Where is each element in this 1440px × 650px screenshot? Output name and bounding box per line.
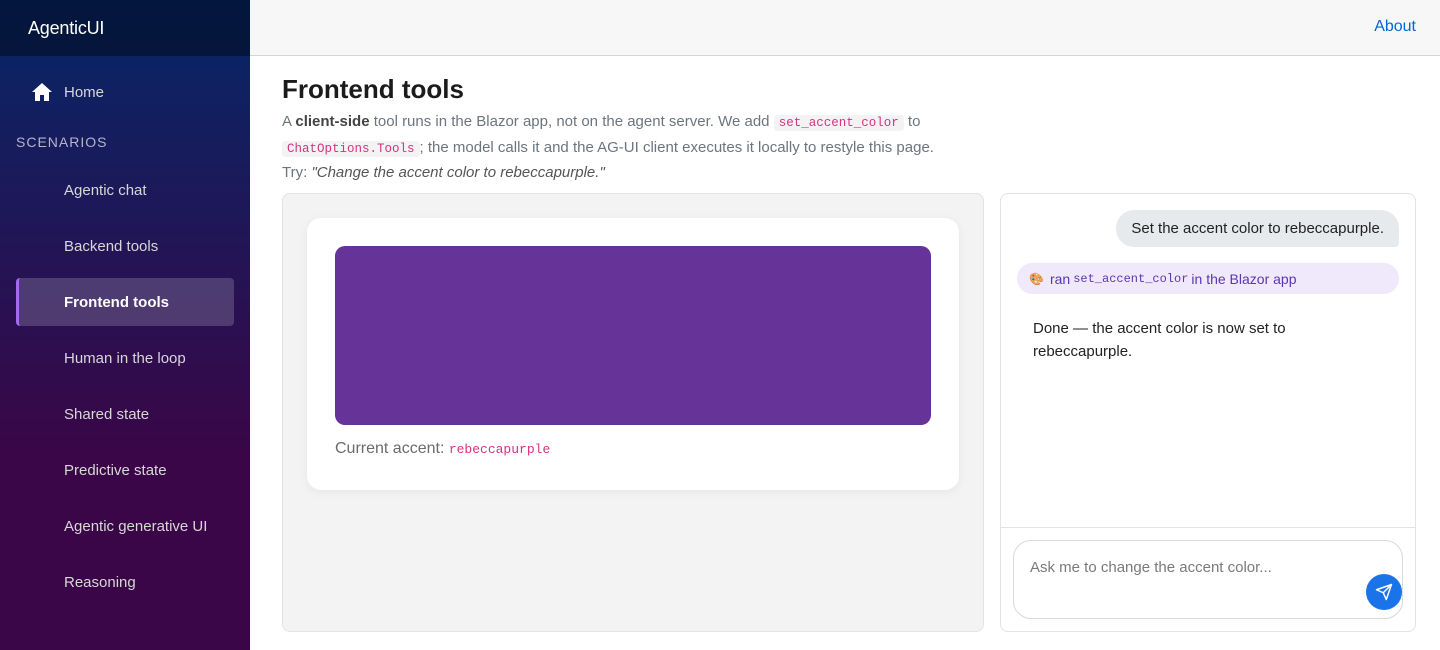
user-message: Set the accent color to rebeccapurple.	[1116, 210, 1399, 247]
intro-text: A	[282, 113, 296, 130]
nav-menu: Home SCENARIOS Agentic chat Backend tool…	[0, 56, 250, 606]
about-link[interactable]: About	[1374, 18, 1416, 36]
demo-panel: Current accent: rebeccapurple	[282, 193, 984, 632]
sidebar-item-label: Backend tools	[64, 237, 159, 255]
sidebar-section-heading: SCENARIOS	[16, 134, 108, 150]
sidebar-item-home[interactable]: Home	[16, 68, 234, 116]
sidebar-item-label: Agentic chat	[64, 181, 147, 199]
try-label: Try:	[282, 164, 312, 181]
sidebar-item-label: Agentic generative UI	[64, 517, 208, 535]
sidebar-item-label: Predictive state	[64, 461, 167, 479]
sidebar-item-label: Shared state	[64, 405, 150, 423]
main-content: Frontend tools A client-side tool runs i…	[282, 56, 1422, 632]
accent-swatch	[335, 246, 931, 425]
brand-bar: AgenticUI	[0, 0, 250, 56]
assistant-message: Done — the accent color is now set to re…	[1033, 320, 1286, 360]
tool-call-indicator: 🎨 ran set_accent_color in the Blazor app	[1017, 263, 1399, 294]
tool-ran-suffix: in the Blazor app	[1191, 270, 1297, 287]
page-intro: A client-side tool runs in the Blazor ap…	[282, 110, 962, 185]
sidebar-item-human-in-the-loop[interactable]: Human in the loop	[16, 334, 234, 382]
sidebar-item-agentic-chat[interactable]: Agentic chat	[16, 166, 234, 214]
top-bar: About	[250, 0, 1440, 56]
palette-icon: 🎨	[1029, 271, 1044, 286]
tool-call-name: set_accent_color	[1073, 271, 1189, 286]
accent-card: Current accent: rebeccapurple	[307, 218, 959, 490]
sidebar-item-agentic-generative-ui[interactable]: Agentic generative UI	[16, 502, 234, 550]
home-icon	[32, 83, 52, 101]
sidebar-item-reasoning[interactable]: Reasoning	[16, 558, 234, 606]
sidebar-item-label: Home	[64, 83, 105, 101]
sidebar-item-label: Reasoning	[64, 573, 136, 591]
page-title: Frontend tools	[282, 74, 464, 104]
chat-composer	[1013, 540, 1403, 619]
sidebar-item-predictive-state[interactable]: Predictive state	[16, 446, 234, 494]
chat-panel: Set the accent color to rebeccapurple. 🎨…	[1000, 193, 1416, 632]
current-accent-line: Current accent: rebeccapurple	[335, 440, 550, 458]
current-accent-label: Current accent:	[335, 440, 449, 457]
intro-text: to	[903, 113, 921, 130]
chat-input[interactable]	[1030, 559, 1350, 599]
intro-text: tool runs in the Blazor app, not on the …	[369, 113, 774, 130]
sidebar-item-label: Frontend tools	[64, 293, 169, 311]
sidebar-item-shared-state[interactable]: Shared state	[16, 390, 234, 438]
sidebar-item-frontend-tools[interactable]: Frontend tools	[16, 278, 234, 326]
intro-bold: client-side	[295, 113, 370, 130]
tool-ran-prefix: ran	[1049, 270, 1071, 287]
composer-divider	[1001, 527, 1415, 528]
sidebar-item-backend-tools[interactable]: Backend tools	[16, 222, 234, 270]
code-tool-name: set_accent_color	[773, 115, 904, 131]
code-chat-options: ChatOptions.Tools	[282, 140, 420, 157]
app-brand[interactable]: AgenticUI	[28, 18, 104, 39]
send-icon	[1375, 583, 1393, 601]
intro-text: ; the model calls it and the AG-UI clien…	[419, 138, 934, 156]
sidebar-item-label: Human in the loop	[64, 349, 186, 367]
sidebar: AgenticUI Home SCENARIOS Agentic chat Ba…	[0, 0, 250, 650]
current-accent-value: rebeccapurple	[448, 442, 551, 457]
try-example: "Change the accent color to rebeccapurpl…	[311, 164, 605, 181]
send-button[interactable]	[1366, 574, 1402, 610]
